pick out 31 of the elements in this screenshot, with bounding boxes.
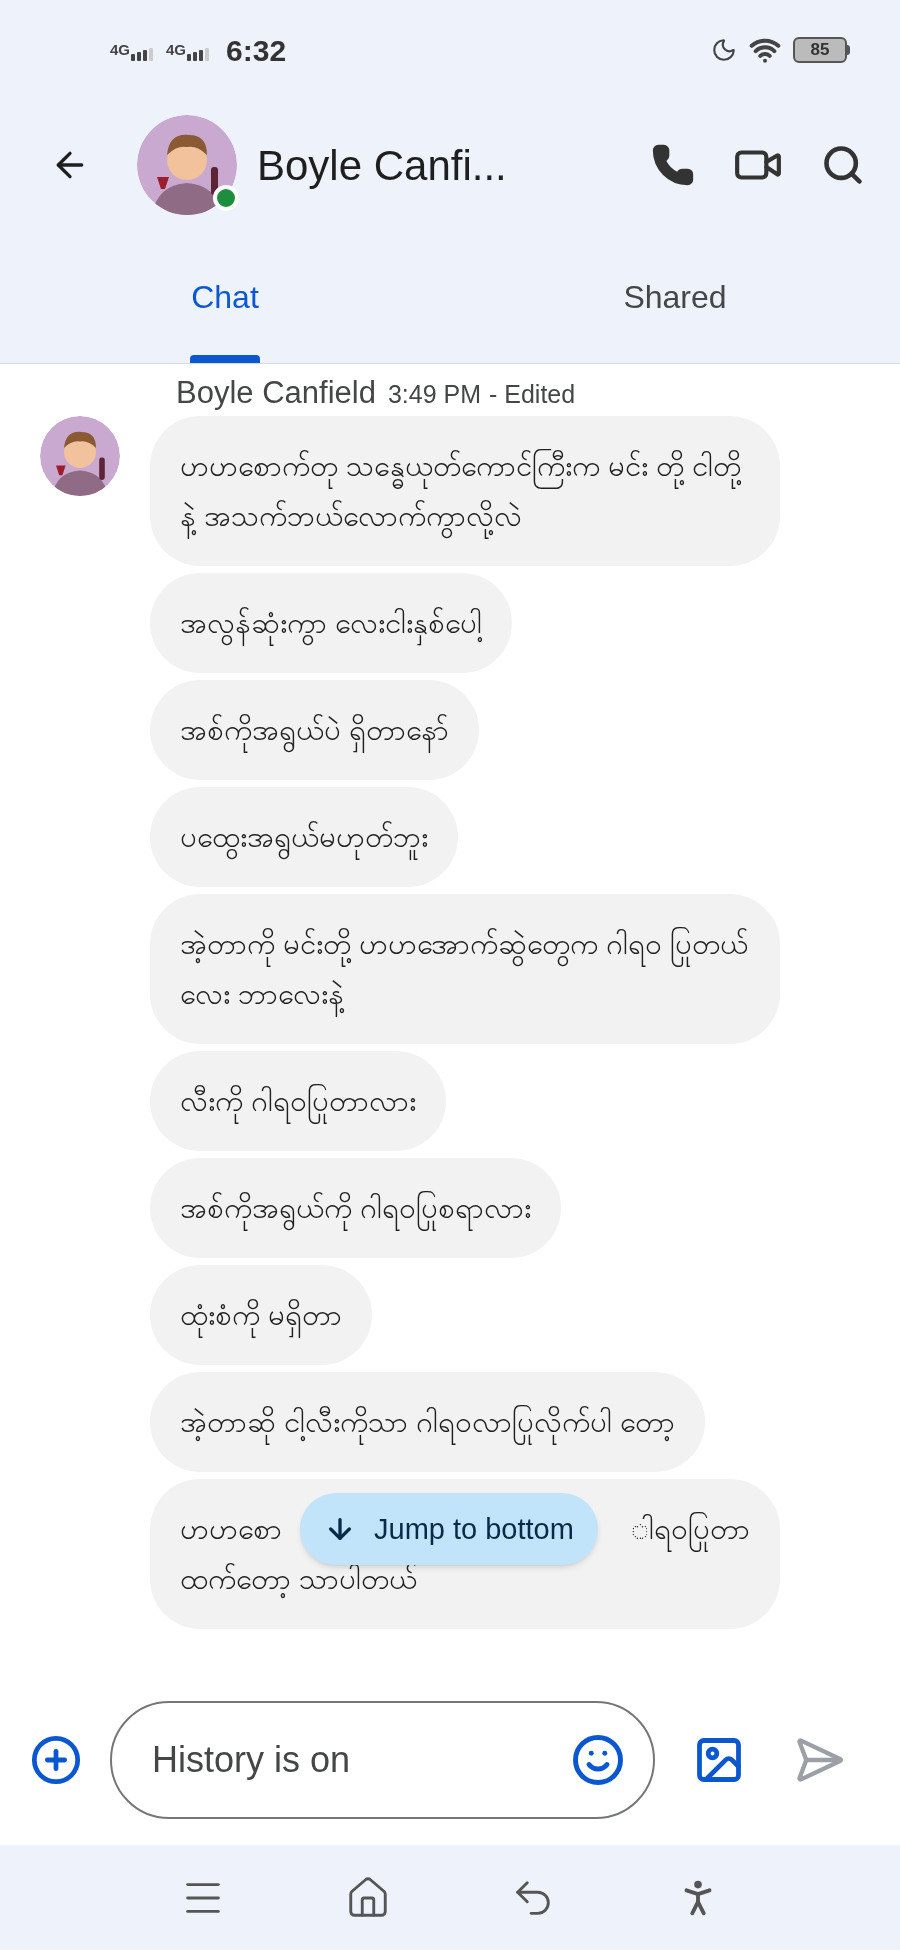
- jump-to-bottom-button[interactable]: Jump to bottom: [300, 1493, 598, 1565]
- tab[interactable]: Chat: [0, 230, 450, 363]
- tab[interactable]: Shared: [450, 230, 900, 363]
- add-button[interactable]: [30, 1734, 82, 1786]
- message-field[interactable]: History is on: [110, 1701, 655, 1819]
- message-text: ါရဝပြုတာ: [631, 1504, 750, 1554]
- message-bubble: ဟဟစောက်တု သန္ဓေယုတ်ကောင်ကြီးက မင်း တို့ ငါတို့နဲ့ အသက်ဘယ်လောက်ကွာလို့လဲ: [150, 416, 780, 566]
- message-input[interactable]: History is on: [152, 1733, 571, 1787]
- message-bubble: အလွန်ဆုံးကွာ လေးငါးနှစ်ပေါ့: [150, 573, 513, 673]
- signal-icon: [130, 47, 154, 62]
- sender-name: Boyle Canfield: [176, 374, 376, 412]
- message-time: 3:49 PM: [387, 379, 481, 410]
- contact-name[interactable]: Boyle Canfi...: [257, 133, 507, 197]
- message-bubble: အဲ့တာကို မင်းတို့ ဟဟအောက်ဆွဲတွေက ဂါရဝ ပြုတယ်လေး ဘာလေးနဲ့: [150, 894, 780, 1044]
- message-bubble: ထုံးစံကို မရှိတာ: [150, 1265, 373, 1365]
- clock: 6:32: [226, 32, 287, 69]
- message-bubble: ပထွေးအရွယ်မဟုတ်ဘူး: [150, 787, 458, 887]
- moon-icon: [711, 37, 737, 63]
- network-label: 4G: [166, 39, 187, 60]
- message-bubble: အစ်ကိုအရွယ်ကို ဂါရဝပြုစရာလား: [150, 1158, 562, 1258]
- edited-label: - Edited: [489, 379, 576, 410]
- battery-indicator: 85: [793, 37, 847, 63]
- message-text: ဟဟစော: [180, 1512, 282, 1547]
- network-label: 4G: [110, 39, 130, 60]
- phone-icon[interactable]: [651, 143, 695, 187]
- message-bubble: အဲ့တာဆို ငါ့လီးကိုသာ ဂါရဝလာပြုလိုက်ပါ တော့: [150, 1372, 706, 1472]
- message-bubble: အစ်ကိုအရွယ်ပဲ ရှိတာနော်: [150, 680, 480, 780]
- message-bubble: လီးကို ဂါရဝပြုတာလား: [150, 1051, 447, 1151]
- signal-icon: [186, 47, 211, 62]
- search-icon[interactable]: [821, 143, 865, 187]
- emoji-icon[interactable]: [571, 1733, 625, 1787]
